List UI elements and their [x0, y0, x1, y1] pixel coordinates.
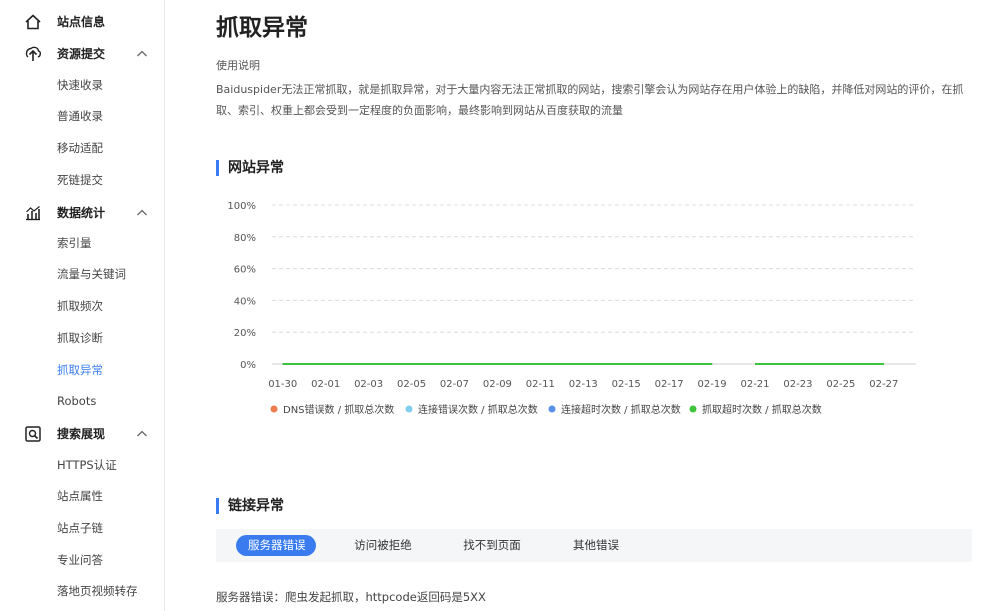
- y-tick-label: 0%: [240, 360, 256, 371]
- x-tick-label: 02-07: [440, 379, 469, 390]
- x-tick-label: 02-15: [612, 379, 641, 390]
- x-tick-label: 01-30: [268, 379, 297, 390]
- sidebar: 站点信息 资源提交 快速收录 普通收录 移动适配 死链提交 数据统计 索引量 流…: [0, 0, 165, 611]
- section-title-link-errors: 链接异常: [216, 497, 284, 515]
- sidebar-item-https-cert[interactable]: HTTPS认证: [57, 457, 117, 473]
- stats-icon: [26, 206, 40, 221]
- search-display-icon: [25, 426, 41, 442]
- sidebar-group-data-stats[interactable]: 数据统计: [0, 198, 165, 228]
- section-title-text: 网站异常: [228, 160, 284, 176]
- tab-other-errors[interactable]: 其他错误: [571, 535, 621, 556]
- usage-label: 使用说明: [216, 59, 260, 72]
- chart-svg: 100% 80% 60% 40% 20% 0% 01-30 02-01 02-03 02-05 02…: [227, 201, 916, 416]
- y-tick-label: 40%: [234, 296, 256, 307]
- error-type-description: 服务器错误：爬虫发起抓取，httpcode返回码是5XX: [216, 590, 486, 604]
- link-error-tabs: 服务器错误 访问被拒绝 找不到页面 其他错误: [216, 529, 972, 562]
- x-tick-label: 02-27: [869, 379, 898, 390]
- x-tick-label: 02-13: [569, 379, 598, 390]
- legend-marker: [405, 405, 413, 413]
- sidebar-group-label: 数据统计: [57, 206, 106, 220]
- sidebar-item-crawl-errors[interactable]: 抓取异常: [57, 362, 103, 378]
- sidebar-group-search-display[interactable]: 搜索展现: [0, 419, 165, 449]
- sidebar-item-crawl-frequency[interactable]: 抓取频次: [57, 298, 103, 314]
- sidebar-group-label: 搜索展现: [57, 427, 106, 441]
- sidebar-item-index-volume[interactable]: 索引量: [57, 235, 92, 251]
- page-title: 抓取异常: [216, 15, 308, 41]
- y-tick-label: 20%: [234, 328, 256, 339]
- x-tick-label: 02-01: [311, 379, 340, 390]
- sidebar-group-label: 资源提交: [57, 47, 106, 61]
- x-tick-label: 02-25: [826, 379, 855, 390]
- legend-label: 连接错误次数 / 抓取总次数: [418, 403, 538, 416]
- y-tick-label: 100%: [227, 201, 256, 212]
- section-title-text: 链接异常: [228, 498, 284, 514]
- chevron-up-icon[interactable]: [136, 428, 148, 440]
- sidebar-item-deadlink-submit[interactable]: 死链提交: [57, 172, 103, 188]
- sidebar-item-traffic-keywords[interactable]: 流量与关键词: [57, 266, 126, 282]
- sidebar-item-normal-index[interactable]: 普通收录: [57, 108, 103, 124]
- x-tick-label: 02-21: [740, 379, 769, 390]
- sidebar-item-mobile-adapt[interactable]: 移动适配: [57, 140, 103, 156]
- chevron-up-icon[interactable]: [136, 207, 148, 219]
- sidebar-item-site-sublinks[interactable]: 站点子链: [57, 520, 103, 536]
- x-tick-label: 02-03: [354, 379, 383, 390]
- sidebar-item-label: 站点信息: [57, 15, 106, 29]
- legend-label: DNS错误数 / 抓取总次数: [283, 403, 394, 416]
- tab-server-error[interactable]: 服务器错误: [236, 535, 316, 556]
- tab-access-denied[interactable]: 访问被拒绝: [353, 535, 413, 556]
- x-tick-label: 02-05: [397, 379, 426, 390]
- legend-marker: [548, 405, 556, 413]
- submit-icon: [25, 46, 42, 61]
- y-tick-label: 60%: [234, 265, 256, 276]
- y-tick-label: 80%: [234, 233, 256, 244]
- sidebar-item-site-attributes[interactable]: 站点属性: [57, 488, 103, 504]
- sidebar-group-resource-submit[interactable]: 资源提交: [0, 39, 165, 69]
- usage-description: Baiduspider无法正常抓取，就是抓取异常，对于大量内容无法正常抓取的网站…: [216, 83, 964, 117]
- chevron-up-icon[interactable]: [136, 48, 148, 60]
- sidebar-item-site-info[interactable]: 站点信息: [0, 7, 165, 37]
- x-tick-label: 02-11: [526, 379, 555, 390]
- sidebar-item-fast-index[interactable]: 快速收录: [57, 77, 103, 93]
- x-tick-label: 02-17: [655, 379, 684, 390]
- section-accent-bar: [216, 160, 219, 176]
- site-error-chart: 100% 80% 60% 40% 20% 0% 01-30 02-01 02-03 02-05 02…: [216, 190, 936, 430]
- tab-page-not-found[interactable]: 找不到页面: [462, 535, 522, 556]
- sidebar-item-pro-qa[interactable]: 专业问答: [57, 552, 103, 568]
- legend-label: 抓取超时次数 / 抓取总次数: [702, 403, 822, 416]
- legend-label: 连接超时次数 / 抓取总次数: [561, 403, 681, 416]
- sidebar-item-landing-video[interactable]: 落地页视频转存: [57, 583, 138, 599]
- x-tick-label: 02-19: [698, 379, 727, 390]
- section-title-site-errors: 网站异常: [216, 159, 284, 177]
- x-tick-label: 02-23: [783, 379, 812, 390]
- home-icon: [25, 14, 41, 30]
- sidebar-item-crawl-diagnosis[interactable]: 抓取诊断: [57, 330, 103, 346]
- section-accent-bar: [216, 498, 219, 514]
- x-tick-label: 02-09: [483, 379, 512, 390]
- legend-marker: [270, 405, 278, 413]
- sidebar-item-robots[interactable]: Robots: [57, 393, 96, 409]
- legend-marker: [689, 405, 697, 413]
